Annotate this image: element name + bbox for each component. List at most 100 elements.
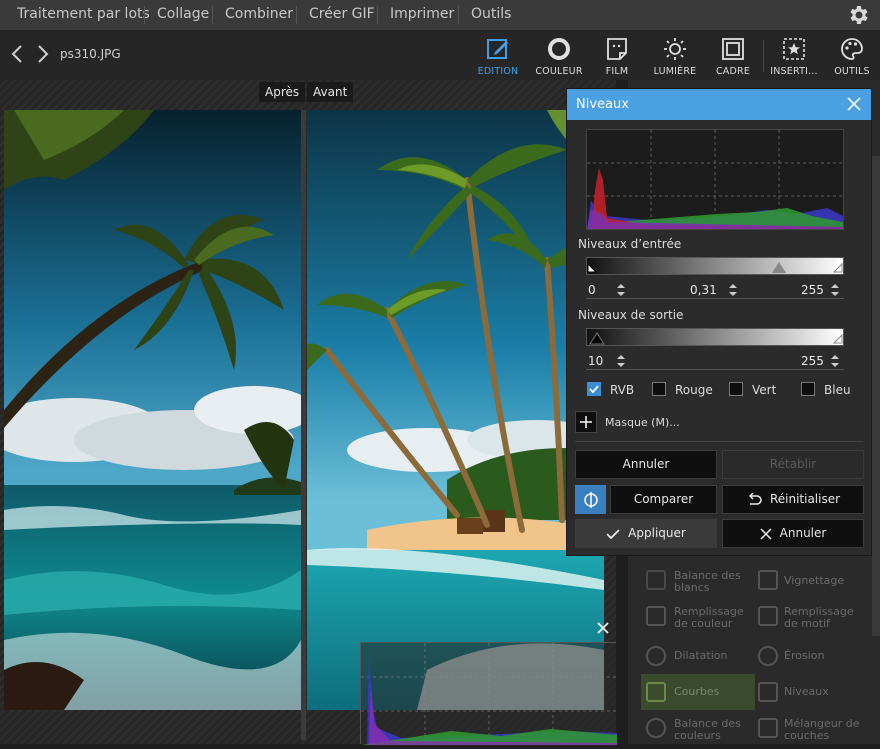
histogram-overlay: [360, 642, 617, 745]
tool-insertion[interactable]: INSERTI...: [765, 34, 823, 78]
input-black-handle[interactable]: [586, 260, 600, 274]
fill-color-icon: [646, 606, 666, 626]
channel-mixer-icon: [758, 718, 778, 738]
channel-label-green: Vert: [752, 383, 777, 397]
check-icon: [606, 528, 620, 539]
panel-scrollbar[interactable]: [872, 156, 880, 636]
mask-label[interactable]: Masque (M)...: [605, 416, 680, 429]
divider: [586, 298, 844, 299]
redo-button[interactable]: Rétablir: [722, 450, 864, 479]
photo-before[interactable]: [307, 110, 604, 710]
menu-separator: [296, 6, 297, 24]
tool-film[interactable]: FILM: [588, 34, 646, 78]
menu-print[interactable]: Imprimer: [390, 0, 454, 30]
eyedropper-icon: [646, 570, 666, 590]
apply-button[interactable]: Appliquer: [575, 519, 717, 548]
erode-icon: [758, 646, 778, 666]
panel-item-label[interactable]: Mélangeur de couches: [784, 718, 870, 742]
vignette-icon: [758, 570, 778, 590]
menu-batch[interactable]: Traitement par lots: [17, 0, 150, 30]
toolbar: ps310.JPG EDITION COULEUR FILM LUMIÈRE C…: [0, 30, 880, 80]
tool-couleur[interactable]: COULEUR: [530, 34, 588, 78]
tool-outils[interactable]: OUTILS: [823, 34, 880, 78]
insert-icon: [783, 38, 805, 60]
photo-after[interactable]: [4, 110, 301, 710]
menu-bar: Traitement par lots Collage Combiner Cré…: [0, 0, 880, 30]
plus-icon: [580, 416, 592, 428]
spin-arrows-icon[interactable]: [831, 355, 839, 367]
spin-arrows-icon[interactable]: [617, 284, 625, 296]
checkbox-rgb[interactable]: [587, 382, 601, 396]
dialog-titlebar[interactable]: Niveaux: [567, 89, 871, 120]
input-black-value[interactable]: 0: [588, 283, 596, 297]
menu-combine[interactable]: Combiner: [225, 0, 293, 30]
panel-item-label[interactable]: Courbes: [674, 686, 719, 698]
menu-separator: [458, 6, 459, 24]
compare-divider[interactable]: [301, 110, 306, 740]
checkbox-blue[interactable]: [801, 382, 815, 396]
menu-separator: [212, 6, 213, 24]
menu-collage[interactable]: Collage: [157, 0, 209, 30]
cancel-button[interactable]: Annuler: [722, 519, 864, 548]
panel-item-label[interactable]: Remplissage de motif: [784, 606, 870, 630]
panel-item-label[interactable]: Remplissage de couleur: [674, 606, 754, 630]
tool-label: LUMIÈRE: [653, 66, 697, 77]
divider: [575, 441, 863, 442]
tool-edition[interactable]: EDITION: [469, 34, 527, 78]
panel-item-label[interactable]: Vignettage: [784, 575, 864, 587]
dilate-icon: [646, 646, 666, 666]
spin-arrows-icon[interactable]: [729, 284, 737, 296]
channel-label-blue: Bleu: [824, 383, 851, 397]
checkbox-green[interactable]: [729, 382, 743, 396]
input-gamma-handle[interactable]: [771, 260, 787, 274]
back-icon[interactable]: [8, 42, 26, 66]
panel-item-label[interactable]: Dilatation: [674, 650, 727, 662]
input-gamma-value[interactable]: 0,31: [690, 283, 717, 297]
input-white-handle[interactable]: [832, 260, 846, 274]
fill-pattern-icon: [758, 606, 778, 626]
menu-separator: [144, 6, 145, 24]
gear-icon[interactable]: [846, 3, 870, 27]
tool-cadre[interactable]: CADRE: [704, 34, 762, 78]
output-levels-label: Niveaux de sortie: [578, 308, 684, 322]
undo-button[interactable]: Annuler: [575, 450, 717, 479]
add-mask-button[interactable]: [575, 411, 597, 433]
panel-item-label[interactable]: Érosion: [784, 650, 824, 662]
input-levels-slider[interactable]: [586, 257, 844, 275]
spin-arrows-icon[interactable]: [831, 284, 839, 296]
compare-button[interactable]: Comparer: [610, 485, 717, 514]
output-white-handle[interactable]: [832, 331, 846, 345]
curves-icon: [646, 682, 666, 702]
levels-dialog: Niveaux Niveaux d’entrée 0 0,31 255 Nive…: [566, 88, 872, 556]
checkbox-red[interactable]: [652, 382, 666, 396]
frame-icon: [722, 38, 744, 60]
tool-lumiere[interactable]: LUMIÈRE: [646, 34, 704, 78]
input-white-value[interactable]: 255: [801, 283, 824, 297]
output-white-value[interactable]: 255: [801, 354, 824, 368]
forward-icon[interactable]: [34, 42, 52, 66]
menu-separator: [377, 6, 378, 24]
menu-create-gif[interactable]: Créer GIF: [309, 0, 375, 30]
tool-label: OUTILS: [834, 66, 870, 77]
cancel-label: Annuler: [779, 526, 827, 540]
reset-button[interactable]: Réinitialiser: [722, 485, 864, 514]
divider: [586, 369, 844, 370]
panel-item-label[interactable]: Balance des blancs: [674, 570, 754, 594]
edit-icon: [487, 39, 508, 59]
close-histogram-icon[interactable]: [597, 622, 609, 634]
checkmark-icon: [589, 385, 599, 394]
spin-arrows-icon[interactable]: [617, 355, 625, 367]
panel-item-label[interactable]: Niveaux: [784, 686, 829, 698]
color-circle-icon: [548, 38, 570, 60]
before-label: Avant: [307, 82, 354, 102]
close-icon[interactable]: [847, 97, 861, 111]
input-levels-label: Niveaux d’entrée: [578, 237, 682, 251]
panel-item-label[interactable]: Balance des couleurs: [674, 718, 754, 742]
apply-label: Appliquer: [628, 526, 686, 540]
output-levels-slider[interactable]: [586, 328, 844, 346]
output-black-value[interactable]: 10: [588, 354, 603, 368]
split-view-button[interactable]: [575, 485, 606, 514]
output-black-handle[interactable]: [589, 330, 605, 345]
menu-tools[interactable]: Outils: [471, 0, 511, 30]
palette-icon: [841, 38, 863, 60]
